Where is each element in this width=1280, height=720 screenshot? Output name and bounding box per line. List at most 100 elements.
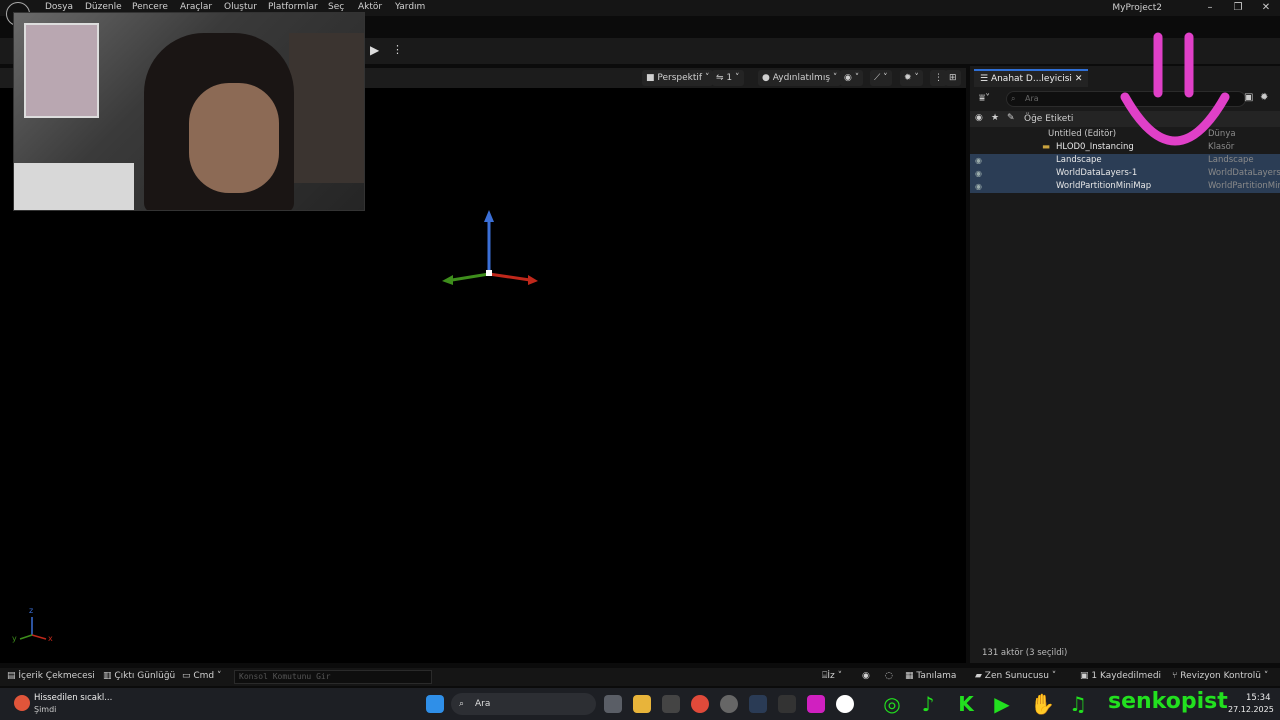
revision-control-button[interactable]: ⑂ Revizyon Kontrolü ˅ <box>1172 671 1268 681</box>
record-icon[interactable]: ◉ <box>862 671 870 681</box>
store-icon[interactable] <box>662 695 680 713</box>
actor-count-status: 131 aktör (3 seçildi) <box>982 648 1068 658</box>
menu-edit[interactable]: Düzenle <box>85 2 122 12</box>
camera-speed-dropdown[interactable]: ⇋ 1 ˅ <box>712 70 744 86</box>
transform-gizmo[interactable] <box>440 208 540 288</box>
gizmo-y-arrow[interactable] <box>442 275 453 285</box>
zen-server-dropdown[interactable]: ▰ Zen Sunucusu ˅ <box>975 671 1056 681</box>
chrome-icon[interactable] <box>691 695 709 713</box>
item-label-header[interactable]: Öğe Etiketi <box>1024 114 1073 124</box>
star-column-icon[interactable]: ★ <box>991 113 999 123</box>
row-name: Landscape <box>1056 155 1102 165</box>
play-icon[interactable]: ▶ <box>370 43 379 57</box>
person-face <box>189 83 279 193</box>
unsaved-button[interactable]: ▣ 1 Kaydedilmedi <box>1080 671 1161 681</box>
lighting-dropdown[interactable]: ● Aydınlatılmış ˅ <box>758 70 842 86</box>
like-icon: ✋ <box>1030 692 1055 716</box>
search-placeholder: Ara <box>1025 94 1039 103</box>
task-view-icon[interactable] <box>604 695 622 713</box>
menu-create[interactable]: Oluştur <box>224 2 257 12</box>
perspective-label: Perspektif <box>657 73 703 83</box>
webcam-overlay <box>13 12 365 211</box>
menu-window[interactable]: Pencere <box>132 2 168 12</box>
settings-gear-icon[interactable]: ✹ <box>1260 92 1268 103</box>
menu-select[interactable]: Seç <box>328 2 344 12</box>
layout-icon[interactable]: ⊞ <box>945 70 961 86</box>
trace-dropdown[interactable]: ⌸İz ˅ <box>822 671 842 681</box>
row-type: WorldPartitionMini <box>1208 181 1280 191</box>
restore-icon[interactable]: ❐ <box>1228 2 1248 13</box>
gear-icon: ✹ <box>904 73 912 83</box>
content-drawer-button[interactable]: ▤ İçerik Çekmecesi <box>7 671 95 681</box>
gizmo-center[interactable] <box>486 270 492 276</box>
menu-actor[interactable]: Aktör <box>358 2 382 12</box>
weather-icon[interactable] <box>14 695 30 711</box>
search-icon: ⌕ <box>459 699 465 709</box>
unreal-engine-icon[interactable] <box>836 695 854 713</box>
obs-icon[interactable] <box>720 695 738 713</box>
file-explorer-icon[interactable] <box>633 695 651 713</box>
menu-file[interactable]: Dosya <box>45 2 73 12</box>
row-type: WorldDataLayers <box>1208 168 1280 178</box>
taskbar-search-label: Ara <box>475 699 491 709</box>
zen-label: Zen Sunucusu <box>984 671 1049 681</box>
eye-icon[interactable]: ◉ <box>975 154 982 167</box>
diagnostics-label: Tanılama <box>916 671 957 681</box>
snap-dropdown[interactable]: ⟋ ˅ <box>870 70 892 86</box>
gizmo-x-axis[interactable] <box>488 272 531 282</box>
add-folder-icon[interactable]: ▣ <box>1244 92 1253 103</box>
steam-icon[interactable] <box>749 695 767 713</box>
axis-z-label: z <box>29 606 34 615</box>
gizmo-z-arrow[interactable] <box>484 210 494 222</box>
settings-dropdown[interactable]: ✹ ˅ <box>900 70 923 86</box>
camera-speed-icon: ⇋ <box>716 73 727 83</box>
epic-games-icon[interactable] <box>778 695 796 713</box>
visibility-column-icon[interactable]: ◉ <box>975 113 983 123</box>
row-name: Untitled (Editör) <box>1048 129 1117 139</box>
gizmo-y-axis[interactable] <box>451 272 490 282</box>
outliner-row[interactable]: ◉ WorldDataLayers-1 WorldDataLayers <box>970 167 1280 180</box>
taskbar-search[interactable]: ⌕ Ara <box>451 693 596 715</box>
status-bar: ▤ İçerik Çekmecesi ▥ Çıktı Günlüğü ▭ Cmd… <box>0 668 1280 686</box>
instagram-icon: ◎ <box>883 692 901 716</box>
youtube-icon: ▶ <box>994 692 1010 716</box>
cmd-label: Cmd <box>193 671 215 681</box>
weather-text[interactable]: Hissedilen sıcakl... <box>34 693 112 703</box>
pillow <box>14 163 134 210</box>
console-input[interactable]: Konsol Komutunu Gir <box>234 670 432 684</box>
folder-icon: ▬ <box>1042 142 1051 152</box>
brand-name: senkopist <box>1108 689 1228 714</box>
network-icon[interactable]: ◌ <box>885 671 893 681</box>
perspective-dropdown[interactable]: ■ Perspektif ˅ <box>642 70 714 86</box>
axis-y-label: y <box>12 634 17 643</box>
gizmo-x-arrow[interactable] <box>528 275 538 285</box>
menu-platforms[interactable]: Platformlar <box>268 2 318 12</box>
menu-help[interactable]: Yardım <box>395 2 425 12</box>
filter-icon[interactable]: ⩸˅ <box>979 93 990 104</box>
eye-icon[interactable]: ◉ <box>975 180 982 193</box>
app-icon[interactable] <box>807 695 825 713</box>
search-icon: ⌕ <box>1011 94 1016 103</box>
eye-icon[interactable]: ◉ <box>975 167 982 180</box>
trace-label: İz <box>827 671 835 681</box>
tab-outliner[interactable]: ☰ Anahat D...leyicisi ✕ <box>974 69 1089 87</box>
output-log-label: Çıktı Günlüğü <box>114 671 176 681</box>
snap-icon: ⟋ <box>874 73 881 83</box>
outliner-row[interactable]: ◉ WorldPartitionMiniMap WorldPartitionMi… <box>970 180 1280 193</box>
menu-tools[interactable]: Araçlar <box>180 2 212 12</box>
output-log-button[interactable]: ▥ Çıktı Günlüğü <box>103 671 175 681</box>
close-tab-icon[interactable]: ✕ <box>1075 74 1083 84</box>
close-icon[interactable]: ✕ <box>1256 2 1276 13</box>
diagnostics-button[interactable]: ▦ Tanılama <box>905 671 956 681</box>
clock-date[interactable]: 27.12.2025 <box>1228 705 1274 714</box>
windows-start-icon[interactable] <box>426 695 444 713</box>
pin-column-icon[interactable]: ✎ <box>1007 113 1015 123</box>
minimize-icon[interactable]: – <box>1200 2 1220 13</box>
kick-icon: K <box>958 692 974 716</box>
row-name: WorldDataLayers-1 <box>1056 168 1138 178</box>
show-dropdown[interactable]: ◉ ˅ <box>840 70 864 86</box>
more-options-icon[interactable]: ⋮ <box>392 43 403 56</box>
tiktok-icon: ♪ <box>921 692 935 716</box>
cmd-dropdown[interactable]: ▭ Cmd ˅ <box>182 671 222 681</box>
clock-time[interactable]: 15:34 <box>1246 693 1271 703</box>
